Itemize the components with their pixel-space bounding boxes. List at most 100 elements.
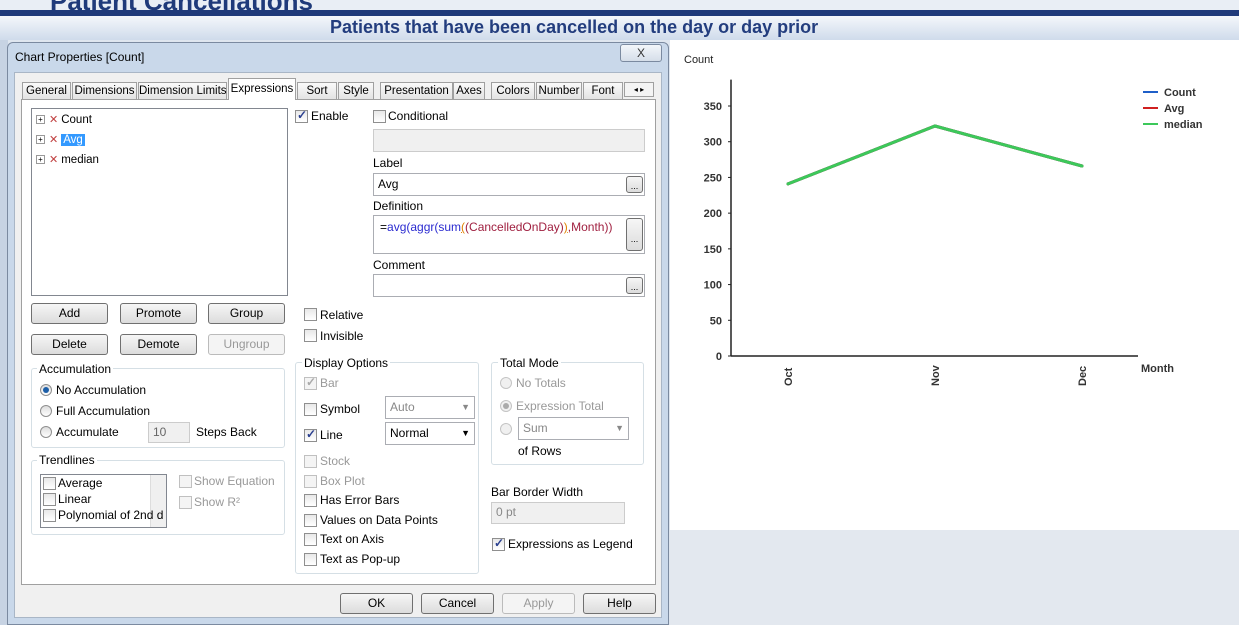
invisible-checkbox[interactable] — [304, 329, 317, 342]
stock-checkbox[interactable] — [304, 455, 317, 468]
label-input[interactable]: Avg — [373, 173, 645, 196]
demote-button[interactable]: Demote — [120, 334, 197, 355]
text-on-axis-checkbox[interactable] — [304, 533, 317, 546]
close-button[interactable]: X — [620, 44, 662, 62]
accumulate-radio[interactable] — [40, 426, 52, 438]
x-tick-label: Oct — [783, 367, 795, 386]
legend-label: Avg — [1164, 103, 1184, 115]
expression-total-label: Expression Total — [516, 399, 604, 413]
bar-checkbox[interactable] — [304, 375, 317, 390]
tab-dimension-limits[interactable]: Dimension Limits — [138, 82, 227, 99]
trendline-checkbox[interactable] — [43, 477, 56, 490]
enable-checkbox[interactable] — [295, 108, 308, 123]
chart[interactable]: Count 0 50 100 150 200 250 300 350 Oct Nov Dec Month… — [670, 40, 1239, 530]
expressions-as-legend-checkbox[interactable] — [492, 536, 505, 551]
definition-ellipsis-button[interactable]: ... — [626, 218, 643, 251]
ungroup-button[interactable]: Ungroup — [208, 334, 285, 355]
steps-back-stepper[interactable]: 10 — [148, 422, 190, 443]
y-tick-label: 350 — [704, 101, 722, 113]
expand-icon[interactable]: + — [36, 155, 45, 165]
data-point[interactable] — [786, 182, 790, 186]
expand-icon[interactable]: + — [36, 115, 45, 125]
expand-icon[interactable]: + — [36, 135, 45, 145]
definition-input[interactable]: =avg(aggr(sum((CancelledOnDay)),Month)) — [373, 215, 645, 254]
text-popup-checkbox[interactable] — [304, 553, 317, 566]
comment-ellipsis-button[interactable]: ... — [626, 277, 643, 294]
tab-axes[interactable]: Axes — [453, 82, 485, 99]
x-tick-label: Dec — [1077, 366, 1089, 386]
promote-button[interactable]: Promote — [120, 303, 197, 324]
box-plot-checkbox[interactable] — [304, 475, 317, 488]
conditional-input[interactable] — [373, 129, 645, 152]
sum-rows-radio[interactable] — [500, 423, 512, 435]
enable-label: Enable — [311, 109, 349, 123]
line-style-dropdown[interactable]: Normal ▼ — [385, 422, 475, 445]
label-caption: Label — [373, 156, 403, 170]
tab-font[interactable]: Font — [583, 82, 623, 99]
chart-title: Patients that have been cancelled on the… — [330, 17, 819, 37]
tab-sort[interactable]: Sort — [297, 82, 337, 99]
cancel-button[interactable]: Cancel — [421, 593, 494, 614]
tab-dimensions[interactable]: Dimensions — [72, 82, 137, 99]
bar-border-width-label: Bar Border Width — [491, 485, 584, 499]
data-point[interactable] — [933, 124, 937, 128]
conditional-label: Conditional — [388, 109, 449, 123]
total-mode-title: Total Mode — [498, 356, 561, 370]
expression-item[interactable]: + ✕ median — [36, 153, 99, 166]
chevron-down-icon: ▼ — [461, 428, 470, 438]
show-equation-checkbox[interactable] — [179, 475, 192, 488]
tab-expressions[interactable]: Expressions — [228, 78, 296, 100]
bar-border-width-input[interactable]: 0 pt — [491, 502, 625, 524]
no-accumulation-radio[interactable] — [40, 384, 52, 396]
delete-button[interactable]: Delete — [31, 334, 108, 355]
display-options-title: Display Options — [302, 356, 391, 370]
expression-item[interactable]: + ✕ Count — [36, 113, 92, 126]
tab-colors[interactable]: Colors — [491, 82, 535, 99]
values-on-points-checkbox[interactable] — [304, 514, 317, 527]
total-mode-group — [491, 362, 644, 465]
expression-item[interactable]: + ✕ Avg — [36, 133, 85, 146]
add-button[interactable]: Add — [31, 303, 108, 324]
y-tick-label: 100 — [704, 280, 722, 292]
relative-checkbox[interactable] — [304, 308, 317, 321]
comment-input[interactable] — [373, 274, 645, 297]
ok-button[interactable]: OK — [340, 593, 413, 614]
symbol-checkbox[interactable] — [304, 403, 317, 416]
sum-value: Sum — [523, 421, 548, 435]
steps-value: 10 — [153, 425, 167, 439]
line-checkbox[interactable] — [304, 427, 317, 442]
box-plot-label: Box Plot — [320, 474, 365, 488]
trendline-checkbox[interactable] — [43, 509, 56, 522]
group-button[interactable]: Group — [208, 303, 285, 324]
symbol-dropdown[interactable]: Auto ▼ — [385, 396, 475, 419]
series-line-median[interactable] — [787, 124, 1083, 186]
apply-button[interactable]: Apply — [502, 593, 575, 614]
help-button[interactable]: Help — [583, 593, 656, 614]
tab-presentation[interactable]: Presentation — [380, 82, 453, 99]
expression-total-radio[interactable] — [500, 400, 512, 412]
tab-general[interactable]: General — [22, 82, 71, 99]
legend-label: median — [1164, 119, 1203, 131]
conditional-checkbox[interactable] — [373, 110, 386, 123]
total-function-dropdown[interactable]: Sum ▼ — [518, 417, 629, 440]
full-accumulation-radio[interactable] — [40, 405, 52, 417]
error-bars-checkbox[interactable] — [304, 494, 317, 507]
sheet-background — [670, 530, 1239, 625]
stock-label: Stock — [320, 454, 351, 468]
bar-label: Bar — [320, 376, 339, 390]
chevron-down-icon: ▼ — [615, 423, 624, 433]
legend-label: Count — [1164, 87, 1196, 99]
trendline-checkbox[interactable] — [43, 493, 56, 506]
tab-scroll-arrows[interactable]: ◂ ▸ — [624, 82, 654, 97]
tab-number[interactable]: Number — [536, 82, 582, 99]
accumulate-label: Accumulate — [56, 425, 119, 439]
label-ellipsis-button[interactable]: ... — [626, 176, 643, 193]
show-r2-checkbox[interactable] — [179, 496, 192, 509]
expression-icon: ✕ — [49, 114, 59, 126]
no-totals-radio[interactable] — [500, 377, 512, 389]
tab-style[interactable]: Style — [338, 82, 374, 99]
y-tick-label: 300 — [704, 137, 722, 149]
data-point[interactable] — [1080, 164, 1084, 168]
expression-label: Avg — [61, 134, 85, 146]
no-totals-label: No Totals — [516, 376, 566, 390]
